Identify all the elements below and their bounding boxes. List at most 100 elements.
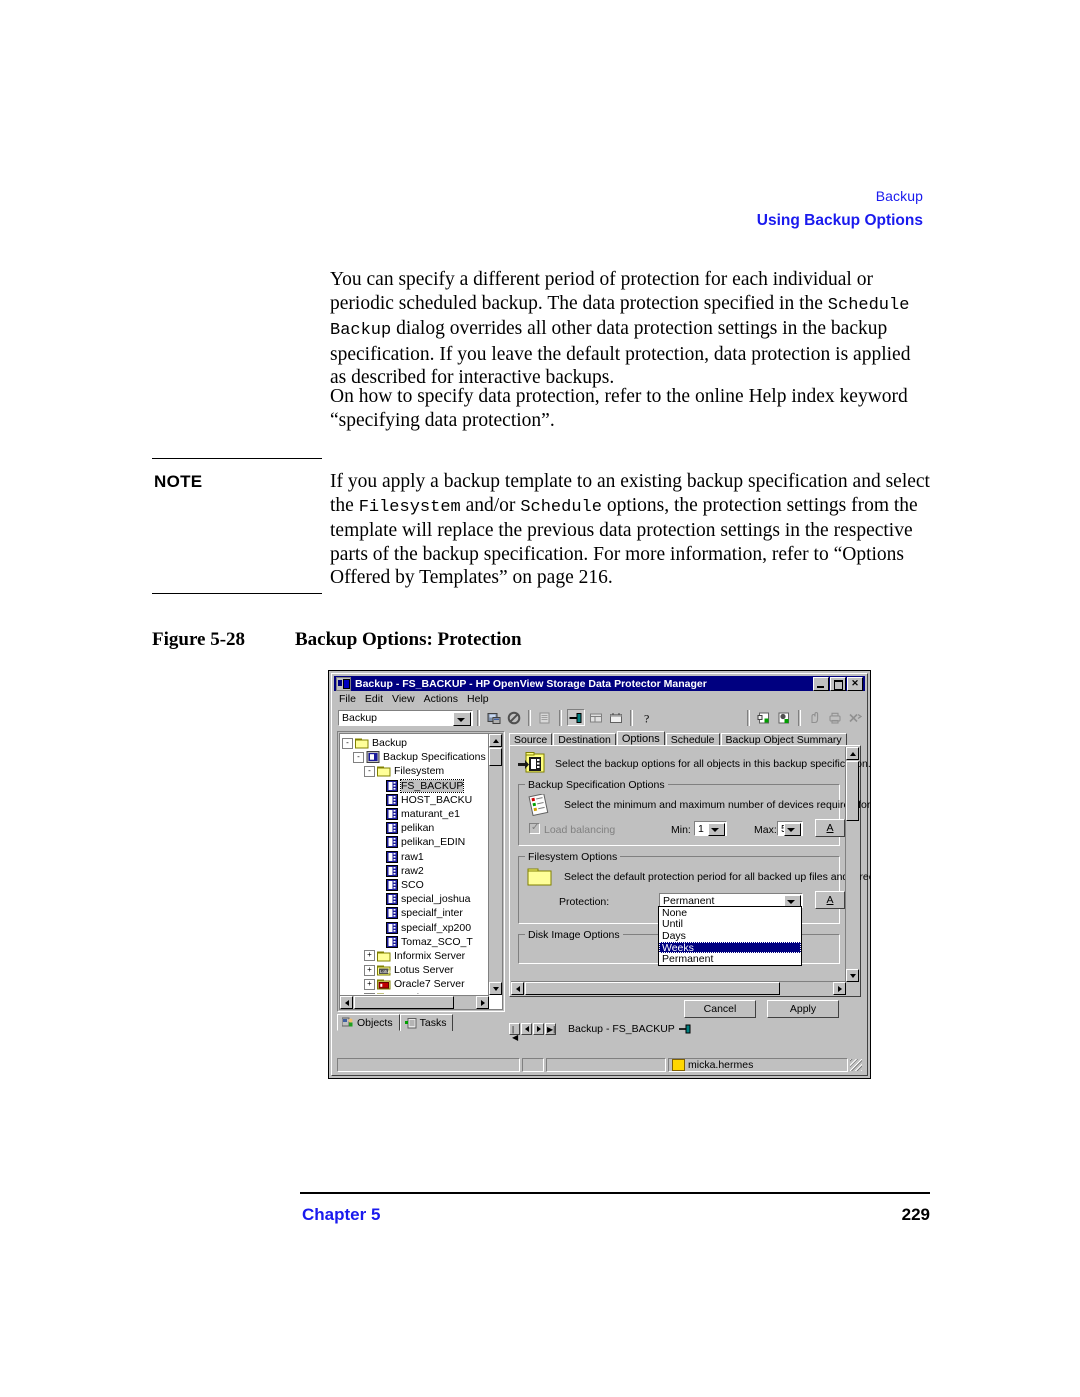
load-balancing-checkbox[interactable] — [529, 822, 540, 834]
tree-scroll-thumb[interactable] — [489, 748, 502, 766]
tab-options[interactable]: Options — [616, 731, 665, 746]
options-hscroll-thumb[interactable] — [525, 982, 780, 995]
options-hscroll-right-button[interactable] — [833, 982, 846, 995]
print-button[interactable] — [826, 709, 844, 726]
nav-first-button[interactable]: |◀ — [509, 1022, 520, 1041]
tab-objects[interactable]: Objects — [337, 1014, 400, 1031]
tasks-icon — [404, 1017, 417, 1028]
tab-tasks[interactable]: Tasks — [399, 1014, 454, 1031]
context-combo[interactable]: Backup — [338, 709, 473, 726]
minimize-button[interactable] — [813, 676, 829, 691]
nav-next-button[interactable] — [533, 1022, 544, 1035]
tree-item[interactable]: SCO — [340, 878, 488, 892]
tree-hscroll-thumb[interactable] — [354, 996, 454, 1009]
expand-icon[interactable]: + — [364, 992, 375, 994]
tree-vertical-scrollbar[interactable] — [488, 734, 502, 995]
tree-item[interactable]: HOST_BACKU — [340, 793, 488, 807]
disk-image-options-title: Disk Image Options — [525, 929, 623, 941]
tree-item[interactable]: Tomaz_SCO_T — [340, 935, 488, 949]
tree-item-label: pelikan — [401, 822, 435, 835]
tree-item[interactable]: - Backup Specifications — [340, 750, 488, 764]
tree-scroll-down-button[interactable] — [489, 982, 502, 995]
cancel-button[interactable]: Cancel — [684, 1000, 756, 1018]
context-tab-backup-fs-backup[interactable]: Backup - FS_BACKUP — [560, 1021, 698, 1036]
options-hscroll-left-button[interactable] — [511, 982, 524, 995]
tree-item[interactable]: special_joshua — [340, 892, 488, 906]
dropdown-option[interactable]: Days — [659, 930, 801, 942]
chevron-down-icon[interactable] — [784, 823, 801, 836]
filesystem-advanced-button[interactable]: A — [815, 891, 845, 909]
dropdown-option[interactable]: None — [659, 907, 801, 919]
close-button[interactable]: ✕ — [847, 676, 863, 691]
collapse-icon[interactable]: - — [342, 737, 353, 749]
title-bar: Backup - FS_BACKUP - HP OpenView Storage… — [334, 676, 865, 691]
options-vertical-scrollbar[interactable] — [845, 747, 859, 982]
tree-item[interactable]: - Backup — [340, 736, 488, 750]
tree-item[interactable]: + Lotus Lotus Server — [340, 963, 488, 977]
tree-item[interactable]: raw2 — [340, 864, 488, 878]
tree-item[interactable]: pelikan — [340, 821, 488, 835]
options-horizontal-scrollbar[interactable] — [511, 981, 846, 995]
chevron-down-icon[interactable] — [453, 711, 471, 726]
expand-icon[interactable]: + — [364, 950, 375, 962]
apply-button[interactable]: Apply — [767, 1000, 839, 1018]
min-devices-spinner[interactable]: 1 — [694, 821, 727, 836]
dropdown-option[interactable]: Permanent — [659, 953, 801, 965]
maximize-button[interactable] — [830, 676, 846, 691]
tree-item[interactable]: FS_BACKUP — [340, 778, 488, 793]
tree-item[interactable]: pelikan_EDIN — [340, 835, 488, 849]
save-backup-button[interactable] — [485, 709, 503, 726]
resize-grip-icon[interactable] — [850, 1059, 862, 1071]
tree-view[interactable]: - Backup - Backup Specifications - Filesystem… — [339, 733, 503, 1010]
chevron-down-icon[interactable] — [708, 823, 725, 836]
menu-file[interactable]: File — [339, 693, 356, 705]
close-tab-button[interactable] — [846, 709, 864, 726]
options-scroll-up-button[interactable] — [846, 747, 859, 760]
copy-button[interactable] — [536, 709, 554, 726]
calendar-button[interactable] — [607, 709, 625, 726]
pin-button[interactable] — [567, 709, 585, 726]
tree-item[interactable]: - Filesystem — [340, 764, 488, 778]
options-scroll-down-button[interactable] — [846, 969, 859, 982]
expand-icon[interactable]: + — [364, 978, 375, 990]
menu-view[interactable]: View — [392, 693, 415, 705]
dropdown-option[interactable]: Until — [659, 918, 801, 930]
dropdown-option[interactable]: Weeks — [659, 942, 801, 954]
expand-icon[interactable]: + — [364, 964, 375, 976]
tree-hscroll-left-button[interactable] — [340, 996, 353, 1009]
toolbar-separator — [477, 709, 480, 726]
tree-horizontal-scrollbar[interactable] — [340, 995, 489, 1009]
help-button[interactable]: ? — [638, 709, 656, 726]
menu-actions[interactable]: Actions — [424, 693, 458, 705]
properties-icon — [590, 713, 602, 722]
objects-icon — [342, 1017, 353, 1027]
add-object-button[interactable] — [755, 709, 773, 726]
tree-item[interactable]: specialf_xp200 — [340, 920, 488, 934]
tree-hscroll-right-button[interactable] — [476, 996, 489, 1009]
menu-edit[interactable]: Edit — [365, 693, 383, 705]
hand-button[interactable] — [806, 709, 824, 726]
lock-icon — [672, 1059, 685, 1071]
tree-item[interactable]: + Oracle7 Server — [340, 977, 488, 991]
collapse-icon[interactable]: - — [353, 751, 364, 763]
menu-help[interactable]: Help — [467, 693, 489, 705]
cancel-button[interactable] — [505, 709, 523, 726]
tree-list[interactable]: - Backup - Backup Specifications - Filesystem… — [340, 734, 488, 994]
options-scroll-thumb[interactable] — [846, 761, 859, 821]
properties-button[interactable] — [587, 709, 605, 726]
tree-item[interactable]: raw1 — [340, 850, 488, 864]
tree-item[interactable]: + Oracle8 Server — [340, 991, 488, 994]
tree-scroll-up-button[interactable] — [489, 734, 502, 747]
toolbar-separator-5 — [747, 709, 750, 726]
tree-item[interactable]: + Informix Server — [340, 949, 488, 963]
nav-prev-button[interactable] — [521, 1022, 532, 1035]
configure-button[interactable] — [775, 709, 793, 726]
backup-spec-advanced-button[interactable]: A — [815, 819, 845, 837]
protection-dropdown-list[interactable]: None Until Days Weeks Permanent — [658, 906, 802, 966]
tree-item[interactable]: specialf_inter — [340, 906, 488, 920]
collapse-icon[interactable]: - — [364, 765, 375, 777]
max-devices-spinner[interactable]: 5 — [777, 821, 803, 836]
tree-item[interactable]: maturant_e1 — [340, 807, 488, 821]
folder-icon — [377, 765, 391, 777]
nav-last-button[interactable]: ▶| — [545, 1022, 556, 1035]
